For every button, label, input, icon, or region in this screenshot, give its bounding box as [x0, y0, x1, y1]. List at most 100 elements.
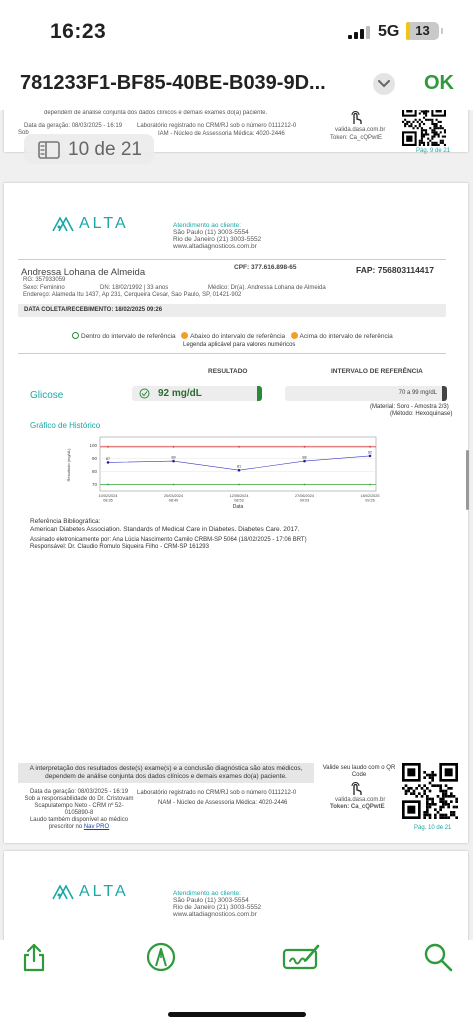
- upper-reference-point: [238, 445, 240, 448]
- arrow-down-icon: [181, 332, 189, 339]
- upper-reference-point: [107, 445, 109, 448]
- signed-by: Assinado eletronicamente por: Ana Lúcia …: [30, 537, 307, 543]
- data-point: [368, 454, 372, 458]
- markup-button[interactable]: [144, 940, 178, 974]
- history-title: Gráfico de Histórico: [30, 421, 101, 430]
- data-label: 87: [106, 457, 110, 461]
- col-result-header: RESULTADO: [208, 368, 248, 375]
- bib-text: American Diabetes Association. Standards…: [30, 526, 300, 533]
- exam-name: Glicose: [30, 390, 64, 401]
- patient-fap: FAP: 756803114417: [356, 265, 434, 275]
- status-indicator: [257, 386, 262, 401]
- touch-icon: [351, 782, 362, 795]
- resp-line1: Sob a responsabilidade do Dr. Cristovam: [24, 796, 134, 802]
- document-viewer[interactable]: dependem de análise conjunta dos dados c…: [0, 110, 473, 940]
- bib-title: Referência Bibliográfica:: [30, 518, 101, 525]
- home-indicator[interactable]: [168, 1012, 306, 1017]
- x-tick-label: 10/02/2024: [98, 494, 117, 498]
- page-indicator[interactable]: 10 de 21: [24, 134, 154, 164]
- signature-icon: [282, 944, 320, 970]
- page-indicator-label: 10 de 21: [68, 139, 142, 160]
- contact-site: www.altadiagnosticos.com.br: [173, 911, 257, 918]
- data-point: [237, 468, 241, 472]
- page-10: ALTA Atendimento ao cliente: São Paulo (…: [4, 183, 468, 843]
- share-button[interactable]: [17, 940, 51, 974]
- legend-below: Abaixo do intervalo de referência: [190, 333, 286, 340]
- data-label: 88: [171, 456, 175, 460]
- contact-rj: Rio de Janeiro (21) 3003-5552: [173, 904, 262, 911]
- exam-method: (Método: Hexoquinase): [390, 411, 453, 417]
- x-tick-label: 12/05/2024: [229, 494, 248, 498]
- markup-icon: [146, 942, 176, 972]
- footer-left: Data da geração: 08/03/2025 - 16:19 Sob …: [24, 789, 134, 831]
- patient-doctor: Médico: Dr(a). Andressa Lohana de Almeid…: [208, 285, 326, 291]
- data-point: [303, 459, 306, 463]
- nam: NAM - Núcleo de Assessoria Médica: 4020-…: [158, 800, 288, 806]
- lower-reference-point: [107, 483, 109, 486]
- battery-icon: 13: [406, 22, 443, 40]
- prev-token: Token: Ca_cQPwtE: [330, 135, 383, 141]
- prev-lab-reg: Laboratório registrado no CRM/RJ sob o n…: [137, 123, 297, 129]
- signature-button[interactable]: [282, 940, 322, 974]
- ok-button[interactable]: OK: [424, 72, 454, 95]
- contact-site: www.altadiagnosticos.com.br: [173, 243, 257, 250]
- laudo-line2: prescritor no: [48, 824, 83, 830]
- check-icon: [72, 332, 79, 339]
- customer-contact: Atendimento ao cliente: São Paulo (11) 3…: [173, 222, 261, 250]
- resp-line2: Scapulatempo Neto - CRM nº 52-: [34, 803, 124, 809]
- data-label: 88: [302, 456, 306, 460]
- collection-date: DATA COLETA/RECEBIMENTO: 18/02/2025 09:2…: [24, 307, 163, 313]
- exam-ref: 70 a 99 mg/dL: [398, 390, 437, 396]
- battery-level: 13: [415, 23, 430, 38]
- y-axis-label: Resultado (mg/dL): [66, 448, 71, 482]
- y-tick-label: 70: [92, 482, 98, 487]
- x-tick-time: 08:40: [169, 499, 179, 503]
- collection-date-box: DATA COLETA/RECEBIMENTO: 18/02/2025 09:2…: [18, 304, 446, 317]
- scrollbar[interactable]: [466, 450, 469, 510]
- x-tick-label: 27/06/2024: [295, 494, 314, 498]
- lower-reference-point: [172, 483, 175, 486]
- search-button[interactable]: [421, 940, 455, 974]
- validate-line1: Valide seu laudo com o QR: [322, 765, 396, 771]
- status-bar: 16:23 5G 13: [0, 0, 473, 60]
- contact-sp: São Paulo (11) 3003-5554: [173, 897, 249, 904]
- nav-pro-link[interactable]: Nav PRO: [84, 824, 109, 830]
- patient-rg: RG: 357933059: [23, 277, 66, 283]
- title-menu-button[interactable]: [373, 73, 395, 95]
- data-point: [172, 459, 175, 463]
- clock: 16:23: [50, 20, 107, 43]
- history-chart: 70 80 90 100 Resultado (mg/dL) 87 88 81 88 92 10/0…: [66, 436, 380, 510]
- patient-sex: Sexo: Feminino: [23, 285, 65, 291]
- responsible: Responsável: Dr. Claudio Romulo Siqueira…: [30, 544, 209, 550]
- valida-url: valida.dasa.com.br: [335, 797, 386, 803]
- prev-disclaimer: dependem de análise conjunta dos dados c…: [44, 110, 268, 116]
- share-icon: [23, 943, 45, 972]
- contact-heading: Atendimento ao cliente:: [173, 222, 241, 229]
- alta-logo-text: ALTA: [79, 215, 129, 232]
- prev-nam: IAM - Núcleo de Assessoria Médica: 4020-…: [158, 131, 285, 137]
- reference-bar: 70 a 99 mg/dL: [285, 386, 447, 401]
- data-label: 92: [368, 450, 372, 454]
- page-11: ALTA Atendimento ao cliente: São Paulo (…: [4, 851, 468, 940]
- x-tick-time: 09:03: [300, 499, 310, 503]
- legend: Dentro do intervalo de referência Abaixo…: [72, 332, 393, 340]
- token: Token: Ca_cQPwtE: [330, 804, 385, 810]
- bottom-toolbar: [0, 940, 473, 1024]
- y-tick-label: 80: [92, 469, 98, 474]
- y-tick-label: 90: [92, 456, 98, 461]
- network-type: 5G: [378, 23, 400, 40]
- disclaimer-line2: dependem de análise conjunta dos dados c…: [45, 773, 287, 780]
- lab-registration: Laboratório registrado no CRM/RJ sob o n…: [137, 790, 297, 796]
- x-tick-time: 08:53: [234, 499, 244, 503]
- y-tick-label: 100: [89, 443, 97, 448]
- document-title[interactable]: 781233F1-BF85-40BE-B039-9D...: [20, 72, 365, 95]
- legend-inside: Dentro do intervalo de referência: [81, 333, 176, 340]
- thumbnails-icon: [38, 141, 60, 159]
- qr-code[interactable]: [402, 763, 458, 819]
- contact-heading: Atendimento ao cliente:: [173, 890, 241, 897]
- customer-contact: Atendimento ao cliente: São Paulo (11) 3…: [173, 890, 261, 918]
- data-label: 81: [237, 465, 241, 469]
- divider: [18, 353, 446, 354]
- lower-reference-point: [238, 483, 240, 486]
- validate-line2: Code: [351, 772, 367, 778]
